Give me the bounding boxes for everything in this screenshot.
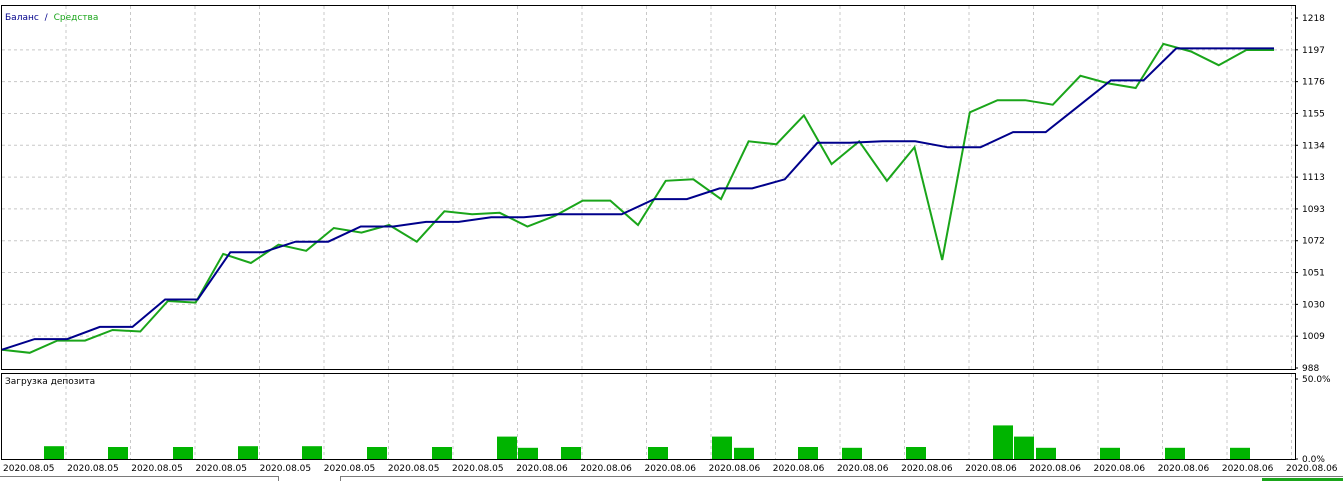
main-series xyxy=(1,42,1274,354)
deposit-load-bar xyxy=(497,436,517,459)
y-tick-label: 1218 xyxy=(1302,14,1325,24)
y-tick-label: 1155 xyxy=(1302,109,1325,119)
x-tick-label: 2020.08.05 xyxy=(388,464,440,474)
x-tick-label: 2020.08.06 xyxy=(1094,464,1146,474)
x-tick-label: 2020.08.06 xyxy=(773,464,825,474)
deposit-load-bar xyxy=(238,446,258,459)
deposit-load-bar xyxy=(712,436,732,459)
legend-equity-label: Средства xyxy=(54,13,99,23)
x-tick-label: 2020.08.05 xyxy=(324,464,376,474)
x-tick-label: 2020.08.06 xyxy=(709,464,761,474)
deposit-load-bar xyxy=(648,447,668,459)
x-tick-label: 2020.08.05 xyxy=(131,464,183,474)
y-tick-label: 1134 xyxy=(1302,141,1325,151)
x-tick-label: 2020.08.06 xyxy=(516,464,568,474)
x-tick-label: 2020.08.06 xyxy=(1286,464,1338,474)
deposit-load-bar xyxy=(108,447,128,459)
x-tick-label: 2020.08.06 xyxy=(965,464,1017,474)
legend-balance-label: Баланс xyxy=(5,13,39,23)
x-tick-label: 2020.08.06 xyxy=(901,464,953,474)
legend-separator: / xyxy=(45,13,49,23)
deposit-load-bar xyxy=(302,446,322,459)
scrollbar-strip[interactable] xyxy=(0,476,1343,481)
x-tick-label: 2020.08.06 xyxy=(837,464,889,474)
y-tick-label: 1009 xyxy=(1302,332,1325,342)
deposit-load-bar xyxy=(1100,447,1120,459)
deposit-load-frame xyxy=(1,373,1296,460)
x-tick-label: 2020.08.06 xyxy=(1029,464,1081,474)
x-axis-labels: 2020.08.05 2020.08.05 2020.08.05 2020.08.05… xyxy=(3,464,1338,474)
deposit-load-bar xyxy=(1165,447,1185,459)
y-tick-label: 1072 xyxy=(1302,237,1325,247)
y-tick-label: 988 xyxy=(1302,364,1319,374)
x-tick-label: 2020.08.06 xyxy=(645,464,697,474)
y-tick-label: 1030 xyxy=(1302,300,1325,310)
deposit-load-bar xyxy=(1036,447,1056,459)
deposit-load-bar xyxy=(561,447,581,459)
y-tick-label: 1051 xyxy=(1302,269,1325,279)
main-plot-frame xyxy=(1,5,1296,370)
legend: Баланс / Средства xyxy=(5,13,98,23)
y-tick-label: 1113 xyxy=(1302,173,1325,183)
x-tick-label: 2020.08.05 xyxy=(260,464,312,474)
deposit-load-bar xyxy=(173,447,193,459)
deposit-load-bar xyxy=(432,447,452,459)
deposit-load-bar xyxy=(798,447,818,459)
deposit-load-bar xyxy=(842,447,862,459)
deposit-load-bar xyxy=(993,425,1013,459)
y-tick-label: 1093 xyxy=(1302,205,1325,215)
x-tick-label: 2020.08.06 xyxy=(1222,464,1274,474)
x-tick-label: 2020.08.06 xyxy=(580,464,632,474)
x-tick-label: 2020.08.05 xyxy=(3,464,55,474)
x-tick-label: 2020.08.06 xyxy=(1158,464,1210,474)
deposit-load-bar xyxy=(44,446,64,459)
deposit-load-tick-label: 50.0% xyxy=(1302,375,1331,385)
deposit-load-bar xyxy=(1230,447,1250,459)
x-tick-label: 2020.08.05 xyxy=(452,464,504,474)
deposit-load-bar xyxy=(367,447,387,459)
series-line-equity xyxy=(1,42,1274,354)
deposit-load-bar xyxy=(906,447,926,459)
deposit-load-title: Загрузка депозита xyxy=(5,377,95,387)
y-tick-label: 1176 xyxy=(1302,78,1325,88)
deposit-load-bar xyxy=(518,447,538,459)
x-tick-label: 2020.08.05 xyxy=(195,464,247,474)
main-y-axis: 1218 1197 1176 1155 1134 1113 1093 1072 1051 1030… xyxy=(1295,14,1325,374)
deposit-load-bar xyxy=(1014,436,1034,459)
balance-equity-chart: 1218 1197 1176 1155 1134 1113 1093 1072 1051 1030… xyxy=(0,5,1343,481)
y-tick-label: 1197 xyxy=(1302,46,1325,56)
deposit-load-y-axis: 50.0%0.0% xyxy=(1295,375,1331,465)
main-grid xyxy=(2,6,1295,369)
x-tick-label: 2020.08.05 xyxy=(67,464,119,474)
deposit-load-bar xyxy=(734,447,754,459)
